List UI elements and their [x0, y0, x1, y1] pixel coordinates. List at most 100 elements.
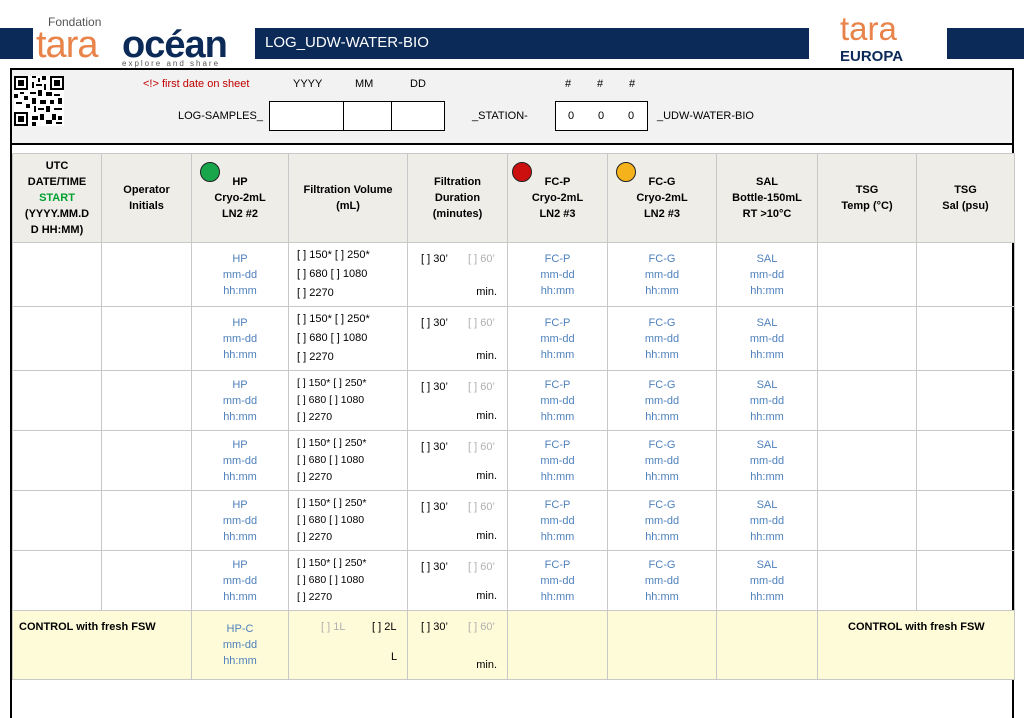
filtration-duration-cell[interactable]: [ ] 30’[ ] 60’ min.: [407, 430, 508, 491]
utc-datetime-cell[interactable]: [12, 490, 102, 551]
filtration-duration-cell[interactable]: [ ] 30’[ ] 60’ min.: [407, 490, 508, 551]
filtration-volume-cell[interactable]: [ ] 150* [ ] 250*[ ] 680 [ ] 1080[ ] 227…: [288, 430, 408, 491]
tsg-temp-cell[interactable]: [817, 370, 917, 431]
control-fcg-cell[interactable]: [607, 610, 717, 680]
station-digit-3: 0: [616, 102, 646, 130]
col-filtration-volume: Filtration Volume (mL): [288, 153, 408, 243]
col-hp: HP Cryo-2mL LN2 #2: [191, 153, 289, 243]
utc-datetime-cell[interactable]: [12, 370, 102, 431]
tsg-sal-cell[interactable]: [916, 430, 1015, 491]
fc-g-cell[interactable]: FC-G mm-dd hh:mm: [607, 490, 717, 551]
fc-p-cell[interactable]: FC-P mm-dd hh:mm: [507, 370, 608, 431]
info-separator: [10, 143, 1014, 145]
table-header-row: UTC DATE/TIME START (YYYY.MM.D D HH:MM) Op…: [12, 153, 1015, 243]
utc-datetime-cell[interactable]: [12, 306, 102, 371]
operator-initials-cell[interactable]: [101, 370, 192, 431]
hp-c-cell[interactable]: HP-C mm-dd hh:mm: [191, 610, 289, 680]
header-title-bar: LOG_UDW-WATER-BIO: [255, 28, 809, 59]
table-row: HP mm-dd hh:mm[ ] 150* [ ] 250*[ ] 680 [ ]…: [12, 550, 1015, 611]
tara-europa-logo: tara EUROPA: [840, 10, 904, 65]
control-vol-1l[interactable]: [ ] 1L: [321, 621, 345, 633]
col-operator-initials: Operator Initials: [101, 153, 192, 243]
sal-cell[interactable]: SAL mm-dd hh:mm: [716, 370, 818, 431]
station-hash-2: #: [597, 78, 604, 90]
operator-initials-cell[interactable]: [101, 430, 192, 491]
control-row: CONTROL with fresh FSW HP-C mm-dd hh:mm [ …: [12, 610, 1015, 680]
hp-cell[interactable]: HP mm-dd hh:mm: [191, 306, 289, 371]
day-input[interactable]: [391, 101, 445, 131]
fc-p-cell[interactable]: FC-P mm-dd hh:mm: [507, 306, 608, 371]
hp-cell[interactable]: HP mm-dd hh:mm: [191, 370, 289, 431]
fc-g-cell[interactable]: FC-G mm-dd hh:mm: [607, 306, 717, 371]
filtration-volume-cell[interactable]: [ ] 150* [ ] 250*[ ] 680 [ ] 1080[ ] 227…: [288, 306, 408, 371]
hp-cell[interactable]: HP mm-dd hh:mm: [191, 430, 289, 491]
control-duration-cell[interactable]: [ ] 30’ [ ] 60’ min.: [407, 610, 508, 680]
tsg-sal-cell[interactable]: [916, 490, 1015, 551]
col-tsg-sal: TSG Sal (psu): [916, 153, 1015, 243]
filtration-duration-cell[interactable]: [ ] 30’[ ] 60’ min.: [407, 242, 508, 307]
hp-cell[interactable]: HP mm-dd hh:mm: [191, 490, 289, 551]
green-dot-icon: [200, 162, 220, 182]
header-bar-left: [0, 28, 33, 59]
control-sal-cell[interactable]: [716, 610, 818, 680]
col-fc-p: FC-P Cryo-2mL LN2 #3: [507, 153, 608, 243]
hp-cell[interactable]: HP mm-dd hh:mm: [191, 242, 289, 307]
page-title: LOG_UDW-WATER-BIO: [265, 34, 429, 51]
filtration-duration-cell[interactable]: [ ] 30’[ ] 60’ min.: [407, 370, 508, 431]
utc-datetime-cell[interactable]: [12, 550, 102, 611]
day-label: DD: [410, 78, 426, 90]
fc-g-cell[interactable]: FC-G mm-dd hh:mm: [607, 370, 717, 431]
station-digit-1: 0: [556, 102, 586, 130]
utc-datetime-cell[interactable]: [12, 242, 102, 307]
col-filtration-duration: Filtration Duration (minutes): [407, 153, 508, 243]
control-volume-cell[interactable]: [ ] 1L [ ] 2L L: [288, 610, 408, 680]
tsg-temp-cell[interactable]: [817, 550, 917, 611]
fc-p-cell[interactable]: FC-P mm-dd hh:mm: [507, 490, 608, 551]
year-label: YYYY: [293, 78, 323, 90]
operator-initials-cell[interactable]: [101, 306, 192, 371]
tsg-sal-cell[interactable]: [916, 550, 1015, 611]
hp-cell[interactable]: HP mm-dd hh:mm: [191, 550, 289, 611]
filtration-volume-cell[interactable]: [ ] 150* [ ] 250*[ ] 680 [ ] 1080[ ] 227…: [288, 550, 408, 611]
sal-cell[interactable]: SAL mm-dd hh:mm: [716, 306, 818, 371]
fc-p-cell[interactable]: FC-P mm-dd hh:mm: [507, 550, 608, 611]
table-row: HP mm-dd hh:mm[ ] 150* [ ] 250*[ ] 680 [ ]…: [12, 490, 1015, 551]
year-input[interactable]: [269, 101, 344, 131]
filtration-duration-cell[interactable]: [ ] 30’[ ] 60’ min.: [407, 306, 508, 371]
month-label: MM: [355, 78, 374, 90]
filtration-volume-cell[interactable]: [ ] 150* [ ] 250*[ ] 680 [ ] 1080[ ] 227…: [288, 242, 408, 307]
control-label-right: CONTROL with fresh FSW: [817, 610, 1015, 680]
header-bar-right: [947, 28, 1024, 59]
filtration-duration-cell[interactable]: [ ] 30’[ ] 60’ min.: [407, 550, 508, 611]
fc-g-cell[interactable]: FC-G mm-dd hh:mm: [607, 550, 717, 611]
tsg-temp-cell[interactable]: [817, 490, 917, 551]
sal-cell[interactable]: SAL mm-dd hh:mm: [716, 550, 818, 611]
tsg-temp-cell[interactable]: [817, 242, 917, 307]
month-input[interactable]: [343, 101, 392, 131]
tsg-sal-cell[interactable]: [916, 306, 1015, 371]
tsg-temp-cell[interactable]: [817, 430, 917, 491]
sal-cell[interactable]: SAL mm-dd hh:mm: [716, 490, 818, 551]
fc-p-cell[interactable]: FC-P mm-dd hh:mm: [507, 242, 608, 307]
filtration-volume-cell[interactable]: [ ] 150* [ ] 250*[ ] 680 [ ] 1080[ ] 227…: [288, 490, 408, 551]
control-vol-2l[interactable]: [ ] 2L: [372, 621, 396, 633]
filtration-volume-cell[interactable]: [ ] 150* [ ] 250*[ ] 680 [ ] 1080[ ] 227…: [288, 370, 408, 431]
fc-g-cell[interactable]: FC-G mm-dd hh:mm: [607, 242, 717, 307]
tsg-sal-cell[interactable]: [916, 370, 1015, 431]
operator-initials-cell[interactable]: [101, 242, 192, 307]
fc-p-cell[interactable]: FC-P mm-dd hh:mm: [507, 430, 608, 491]
operator-initials-cell[interactable]: [101, 490, 192, 551]
station-label: _STATION-: [472, 110, 528, 122]
sal-cell[interactable]: SAL mm-dd hh:mm: [716, 242, 818, 307]
station-digit-2: 0: [586, 102, 616, 130]
tara-ocean-logo: Fondation tara océan explore and share: [36, 15, 228, 68]
tsg-sal-cell[interactable]: [916, 242, 1015, 307]
qr-code-icon: [14, 76, 64, 126]
fc-g-cell[interactable]: FC-G mm-dd hh:mm: [607, 430, 717, 491]
control-fcp-cell[interactable]: [507, 610, 608, 680]
utc-datetime-cell[interactable]: [12, 430, 102, 491]
col-utc-datetime: UTC DATE/TIME START (YYYY.MM.D D HH:MM): [12, 153, 102, 243]
tsg-temp-cell[interactable]: [817, 306, 917, 371]
operator-initials-cell[interactable]: [101, 550, 192, 611]
sal-cell[interactable]: SAL mm-dd hh:mm: [716, 430, 818, 491]
